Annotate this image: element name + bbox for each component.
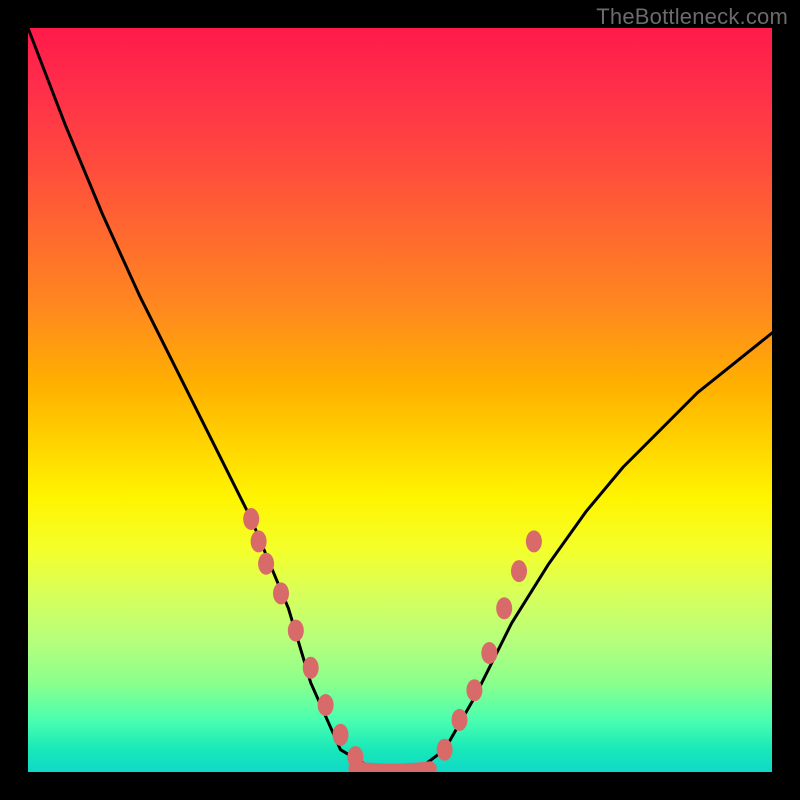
floor-band [355, 768, 429, 770]
data-dot [452, 709, 468, 731]
data-dot [288, 620, 304, 642]
data-dot [243, 508, 259, 530]
data-dot [496, 597, 512, 619]
plot-area [28, 28, 772, 772]
data-dot [347, 746, 363, 768]
curve-group [28, 28, 772, 772]
data-dot [303, 657, 319, 679]
data-dot [318, 694, 334, 716]
data-dot [333, 724, 349, 746]
data-dot [481, 642, 497, 664]
data-dot [437, 739, 453, 761]
data-dot [526, 530, 542, 552]
watermark-text: TheBottleneck.com [596, 4, 788, 30]
data-dot [466, 679, 482, 701]
data-dot [258, 553, 274, 575]
data-dot [273, 582, 289, 604]
chart-svg [28, 28, 772, 772]
data-dot [511, 560, 527, 582]
main-curve [28, 28, 772, 772]
chart-frame: TheBottleneck.com [0, 0, 800, 800]
dots-group [243, 508, 542, 771]
data-dot [251, 530, 267, 552]
